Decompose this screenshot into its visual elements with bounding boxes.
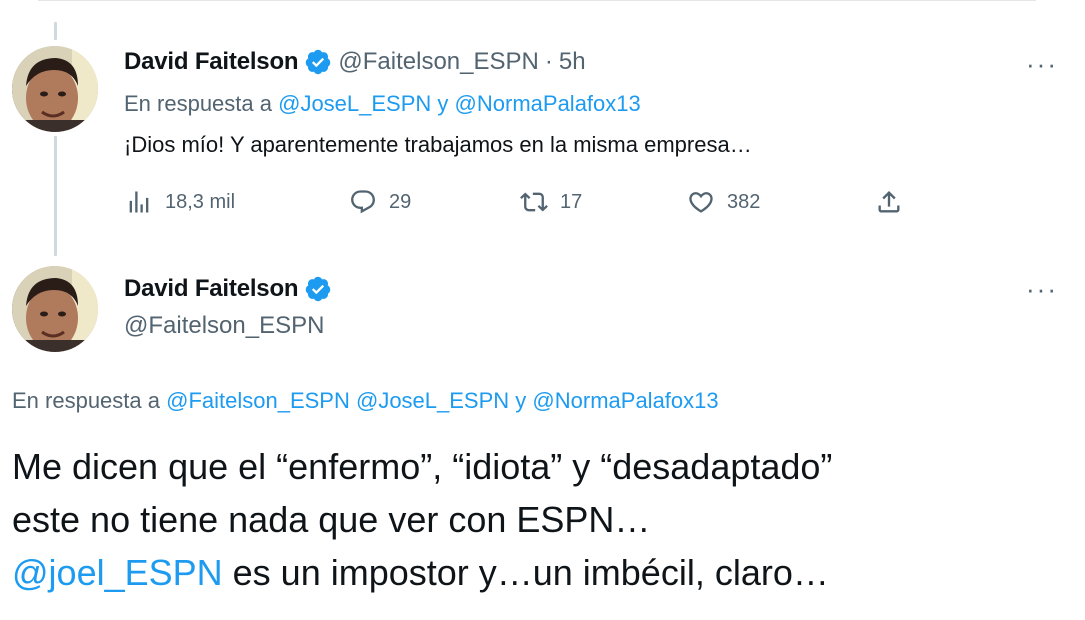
reply-mention-link[interactable]: @NormaPalafox13 xyxy=(532,388,718,413)
verified-badge-icon xyxy=(306,276,331,302)
like-icon xyxy=(689,192,713,213)
tweet2-handle-row: @Faitelson_ESPN xyxy=(124,311,324,341)
tweet1-header: David Faitelson @Faitelson_ESPN · 5h xyxy=(124,47,586,77)
reply-prefix: En respuesta a xyxy=(12,388,160,413)
reply-joiner: y xyxy=(515,388,527,413)
views-icon xyxy=(129,191,149,213)
author-handle[interactable]: @Faitelson_ESPN xyxy=(124,311,324,341)
mention-link[interactable]: @joel_ESPN xyxy=(12,552,223,593)
reply-mention-link[interactable]: @JoseL_ESPN xyxy=(278,91,431,116)
retweet-icon xyxy=(520,192,548,212)
like-button[interactable]: 382 xyxy=(687,188,760,216)
author-name[interactable]: David Faitelson xyxy=(124,47,299,77)
tweet2-header: David Faitelson xyxy=(124,274,332,304)
share-button[interactable] xyxy=(875,188,903,216)
tweet-text-line: @joel_ESPN es un impostor y…un imbécil, … xyxy=(12,546,1072,599)
thread-line-connector xyxy=(54,136,57,256)
thread-line-top xyxy=(54,22,57,40)
tweet2-text: Me dicen que el “enfermo”, “idiota” y “d… xyxy=(12,440,1072,599)
reply-context: En respuesta a @JoseL_ESPN y @NormaPalaf… xyxy=(124,91,641,117)
reply-button[interactable]: 29 xyxy=(349,188,411,216)
reply-context: En respuesta a @Faitelson_ESPN @JoseL_ES… xyxy=(12,388,719,414)
reply-icon xyxy=(351,190,375,214)
reply-mention-link[interactable]: @NormaPalafox13 xyxy=(455,91,641,116)
tweet1-text: ¡Dios mío! Y aparentemente trabajamos en… xyxy=(124,132,752,157)
like-count: 382 xyxy=(727,190,761,213)
views-button[interactable]: 18,3 mil xyxy=(125,188,235,216)
share-icon xyxy=(878,191,900,213)
author-name[interactable]: David Faitelson xyxy=(124,274,299,304)
tweet-text-line: Me dicen que el “enfermo”, “idiota” y “d… xyxy=(12,446,833,487)
views-count: 18,3 mil xyxy=(165,190,236,213)
avatar[interactable] xyxy=(12,266,98,352)
tweet-text-line: este no tiene nada que ver con ESPN… xyxy=(12,499,651,540)
avatar[interactable] xyxy=(12,46,98,132)
author-handle[interactable]: @Faitelson_ESPN xyxy=(338,47,538,77)
reply-count: 29 xyxy=(389,190,412,213)
top-divider xyxy=(38,0,1036,1)
verified-badge-icon xyxy=(306,49,331,75)
more-icon[interactable]: ··· xyxy=(1026,51,1058,77)
reply-joiner: y xyxy=(437,91,449,116)
separator-dot: · xyxy=(544,48,553,75)
reply-prefix: En respuesta a xyxy=(124,91,272,116)
retweet-button[interactable]: 17 xyxy=(520,188,582,216)
more-icon[interactable]: ··· xyxy=(1026,276,1058,302)
retweet-count: 17 xyxy=(560,190,583,213)
reply-mention-link[interactable]: @Faitelson_ESPN xyxy=(166,388,350,413)
tweet-time[interactable]: 5h xyxy=(559,47,586,77)
reply-mention-link[interactable]: @JoseL_ESPN xyxy=(356,388,509,413)
tweet-text-fragment: es un impostor y…un imbécil, claro… xyxy=(222,552,829,593)
tweet1-actions: 18,3 mil 29 17 382 xyxy=(125,186,915,222)
